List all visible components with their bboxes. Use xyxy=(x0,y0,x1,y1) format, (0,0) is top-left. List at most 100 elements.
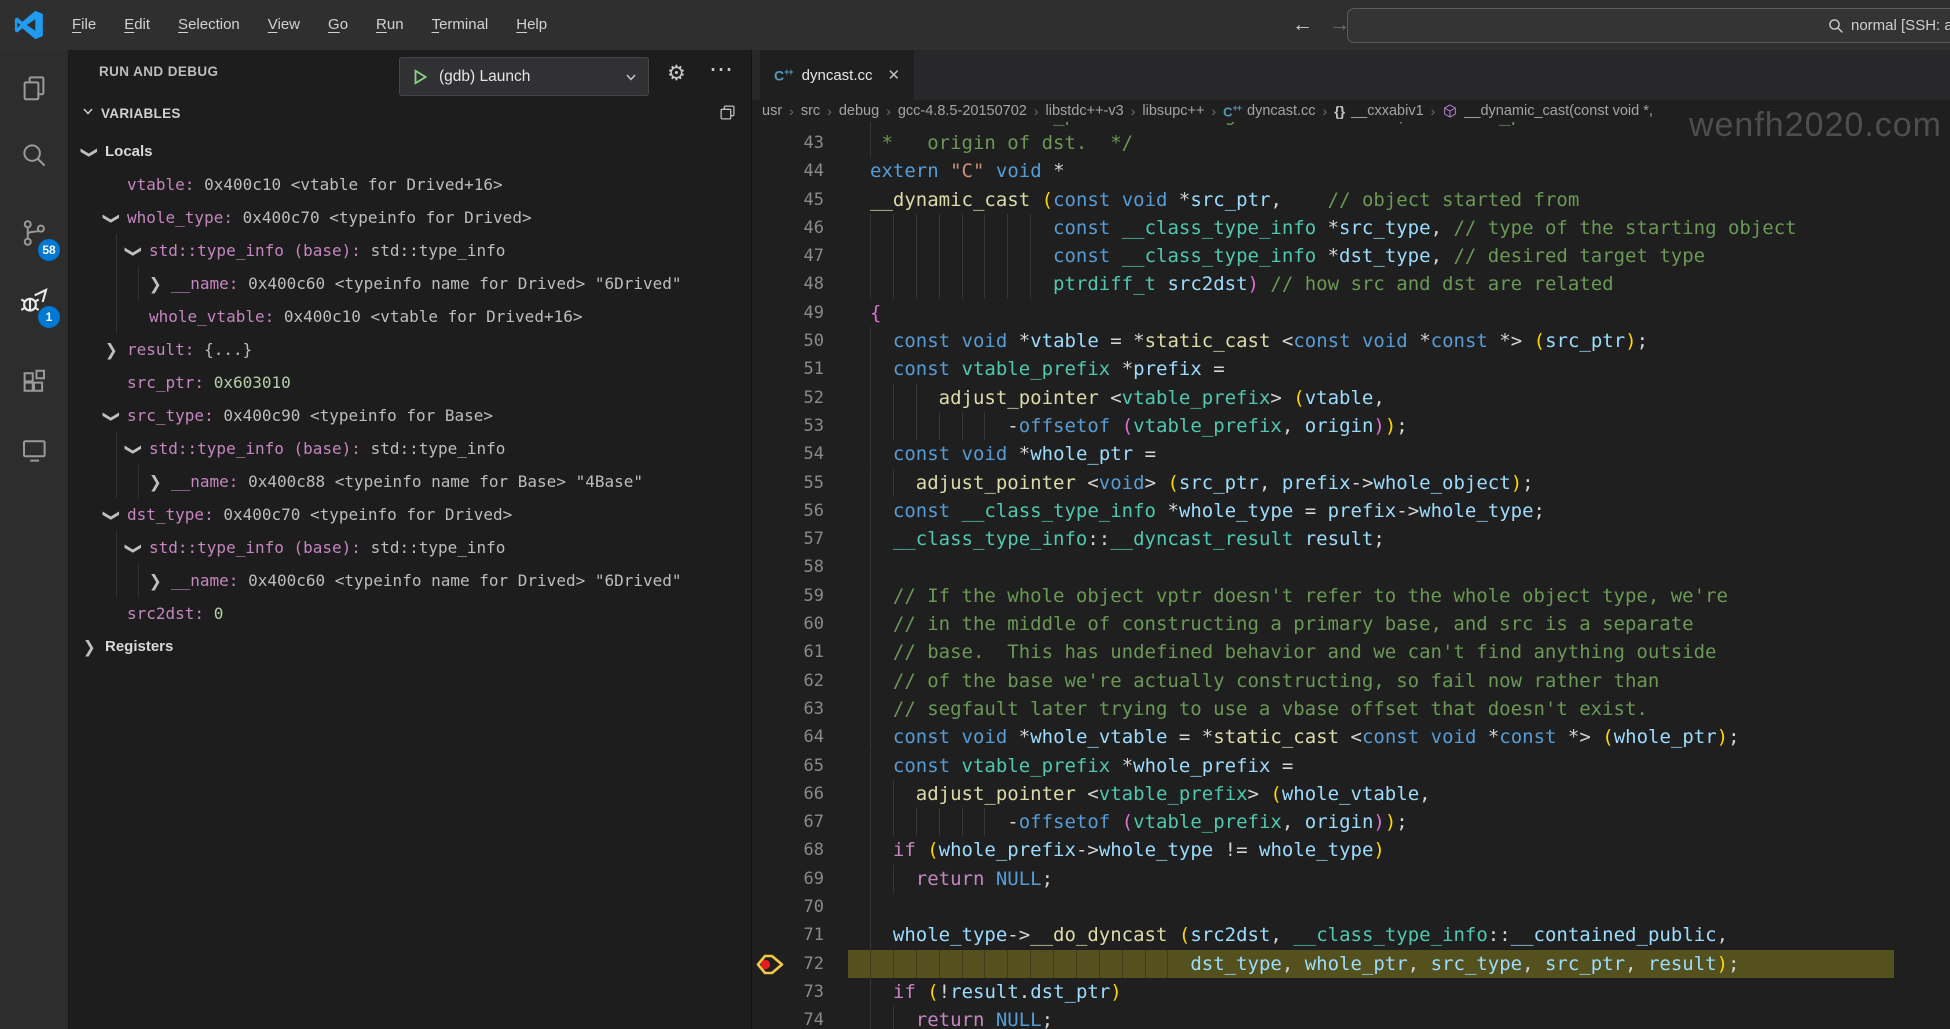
close-icon[interactable]: ✕ xyxy=(888,66,901,84)
variable-row[interactable]: ❯std::type_info (base): std::type_info xyxy=(69,432,751,465)
command-center[interactable]: normal [SSH: a xyxy=(1347,8,1950,43)
variable-row[interactable]: src_ptr: 0x603010 xyxy=(69,366,751,399)
chevron-down-icon[interactable]: ❯ xyxy=(105,399,118,432)
code-line-73[interactable]: 73if (!result.dst_ptr) xyxy=(752,978,1950,1006)
variable-row[interactable]: ❯std::type_info (base): std::type_info xyxy=(69,234,751,267)
line-number[interactable]: 57 xyxy=(752,525,824,553)
line-number[interactable]: 74 xyxy=(752,1006,824,1029)
line-number[interactable]: 55 xyxy=(752,469,824,497)
variable-row[interactable]: ❯src_type: 0x400c90 <typeinfo for Base> xyxy=(69,399,751,432)
code-line-55[interactable]: 55adjust_pointer <void> (src_ptr, prefix… xyxy=(752,469,1950,497)
code-line-67[interactable]: 67-offsetof (vtable_prefix, origin)); xyxy=(752,808,1950,836)
code-line-45[interactable]: 45__dynamic_cast (const void *src_ptr, /… xyxy=(752,186,1950,214)
code-line-61[interactable]: 61// base. This has undefined behavior a… xyxy=(752,638,1950,666)
variable-row[interactable]: ❯result: {...} xyxy=(69,333,751,366)
code-line-62[interactable]: 62// of the base we're actually construc… xyxy=(752,667,1950,695)
code-line-69[interactable]: 69return NULL; xyxy=(752,865,1950,893)
line-number[interactable]: 68 xyxy=(752,836,824,864)
line-number[interactable]: 58 xyxy=(752,553,824,581)
menu-view[interactable]: View xyxy=(254,8,314,42)
code-line-64[interactable]: 64const void *whole_vtable = *static_cas… xyxy=(752,723,1950,751)
chevron-down-icon[interactable]: ❯ xyxy=(127,531,140,564)
code-line-47[interactable]: 47const __class_type_info *dst_type, // … xyxy=(752,242,1950,270)
menu-file[interactable]: File xyxy=(58,8,110,42)
remote-explorer-icon[interactable] xyxy=(0,422,68,478)
code-line-59[interactable]: 59// If the whole object vptr doesn't re… xyxy=(752,582,1950,610)
line-number[interactable]: 62 xyxy=(752,667,824,695)
line-number[interactable]: 50 xyxy=(752,327,824,355)
code-line-46[interactable]: 46const __class_type_info *src_type, // … xyxy=(752,214,1950,242)
explorer-icon[interactable] xyxy=(0,60,68,116)
line-number[interactable]: 49 xyxy=(752,299,824,327)
chevron-right-icon[interactable]: ❯ xyxy=(149,564,162,597)
line-number[interactable]: 65 xyxy=(752,752,824,780)
chevron-right-icon[interactable]: ❯ xyxy=(105,333,118,366)
code-line-50[interactable]: 50const void *vtable = *static_cast <con… xyxy=(752,327,1950,355)
variable-row[interactable]: ❯whole_type: 0x400c70 <typeinfo for Driv… xyxy=(69,201,751,234)
chevron-down-icon[interactable]: ❯ xyxy=(127,234,140,267)
code-line-57[interactable]: 57__class_type_info::__dyncast_result re… xyxy=(752,525,1950,553)
variable-row[interactable]: ❯__name: 0x400c88 <typeinfo name for Bas… xyxy=(69,465,751,498)
variable-row[interactable]: ❯__name: 0x400c60 <typeinfo name for Dri… xyxy=(69,267,751,300)
chevron-down-icon[interactable]: ❯ xyxy=(127,432,140,465)
line-number[interactable]: 44 xyxy=(752,157,824,185)
breadcrumb-item[interactable]: dyncast.cc xyxy=(1247,103,1316,119)
variable-row[interactable]: ❯std::type_info (base): std::type_info xyxy=(69,531,751,564)
line-number[interactable]: 53 xyxy=(752,412,824,440)
chevron-down-icon[interactable]: ❯ xyxy=(105,498,118,531)
menu-edit[interactable]: Edit xyxy=(110,8,164,42)
variable-row[interactable]: ❯dst_type: 0x400c70 <typeinfo for Drived… xyxy=(69,498,751,531)
code-line-44[interactable]: 44extern "C" void * xyxy=(752,157,1950,185)
line-number[interactable]: 43 xyxy=(752,129,824,157)
scope-row-locals[interactable]: ❯Locals xyxy=(69,135,751,168)
variable-row[interactable]: ❯__name: 0x400c60 <typeinfo name for Dri… xyxy=(69,564,751,597)
line-number[interactable]: 73 xyxy=(752,978,824,1006)
variable-row[interactable]: whole_vtable: 0x400c10 <vtable for Drive… xyxy=(69,300,751,333)
line-number[interactable]: 71 xyxy=(752,921,824,949)
copy-panel-icon[interactable] xyxy=(719,104,736,121)
code-line-56[interactable]: 56const __class_type_info *whole_type = … xyxy=(752,497,1950,525)
code-line-51[interactable]: 51const vtable_prefix *prefix = xyxy=(752,355,1950,383)
line-number[interactable]: 64 xyxy=(752,723,824,751)
chevron-right-icon[interactable]: ❯ xyxy=(149,267,162,300)
code-line-48[interactable]: 48ptrdiff_t src2dst) // how src and dst … xyxy=(752,270,1950,298)
variable-row[interactable]: src2dst: 0 xyxy=(69,597,751,630)
chevron-right-icon[interactable]: ❯ xyxy=(149,465,162,498)
code-line-65[interactable]: 65const vtable_prefix *whole_prefix = xyxy=(752,752,1950,780)
line-number[interactable]: 72 xyxy=(752,950,824,978)
code-line-72[interactable]: 72dst_type, whole_ptr, src_type, src_ptr… xyxy=(752,950,1950,978)
chevron-down-icon[interactable]: ❯ xyxy=(105,201,118,234)
menu-run[interactable]: Run xyxy=(362,8,418,42)
variables-section-header[interactable]: VARIABLES xyxy=(69,102,751,132)
extensions-icon[interactable] xyxy=(0,354,68,410)
line-number[interactable]: 69 xyxy=(752,865,824,893)
breadcrumb-item[interactable]: __cxxabiv1 xyxy=(1351,103,1424,119)
code-line-66[interactable]: 66adjust_pointer <vtable_prefix> (whole_… xyxy=(752,780,1950,808)
line-number[interactable]: 54 xyxy=(752,440,824,468)
code-area[interactable]: 42* Note that dst_ptr is the target of t… xyxy=(752,100,1950,1029)
line-number[interactable]: 45 xyxy=(752,186,824,214)
code-line-54[interactable]: 54const void *whole_ptr = xyxy=(752,440,1950,468)
line-number[interactable]: 61 xyxy=(752,638,824,666)
source-control-icon[interactable]: 58 xyxy=(0,205,68,261)
menu-terminal[interactable]: Terminal xyxy=(418,8,503,42)
search-sidebar-icon[interactable] xyxy=(0,127,68,183)
line-number[interactable]: 48 xyxy=(752,270,824,298)
variable-row[interactable]: vtable: 0x400c10 <vtable for Drived+16> xyxy=(69,168,751,201)
menu-help[interactable]: Help xyxy=(502,8,561,42)
line-number[interactable]: 56 xyxy=(752,497,824,525)
breadcrumb-item[interactable]: usr xyxy=(762,103,782,119)
start-debug-icon[interactable] xyxy=(411,68,429,86)
code-line-60[interactable]: 60// in the middle of constructing a pri… xyxy=(752,610,1950,638)
launch-config-dropdown[interactable]: (gdb) Launch xyxy=(399,57,649,96)
breadcrumb-item[interactable]: debug xyxy=(839,103,879,119)
code-line-70[interactable]: 70 xyxy=(752,893,1950,921)
line-number[interactable]: 63 xyxy=(752,695,824,723)
more-actions-icon[interactable]: ⋯ xyxy=(709,55,735,84)
code-line-58[interactable]: 58 xyxy=(752,553,1950,581)
breadcrumb-item[interactable]: src xyxy=(801,103,820,119)
code-line-68[interactable]: 68if (whole_prefix->whole_type != whole_… xyxy=(752,836,1950,864)
code-line-52[interactable]: 52adjust_pointer <vtable_prefix> (vtable… xyxy=(752,384,1950,412)
menu-go[interactable]: Go xyxy=(314,8,362,42)
tab-dyncast[interactable]: C++ dyncast.cc ✕ xyxy=(760,50,914,100)
